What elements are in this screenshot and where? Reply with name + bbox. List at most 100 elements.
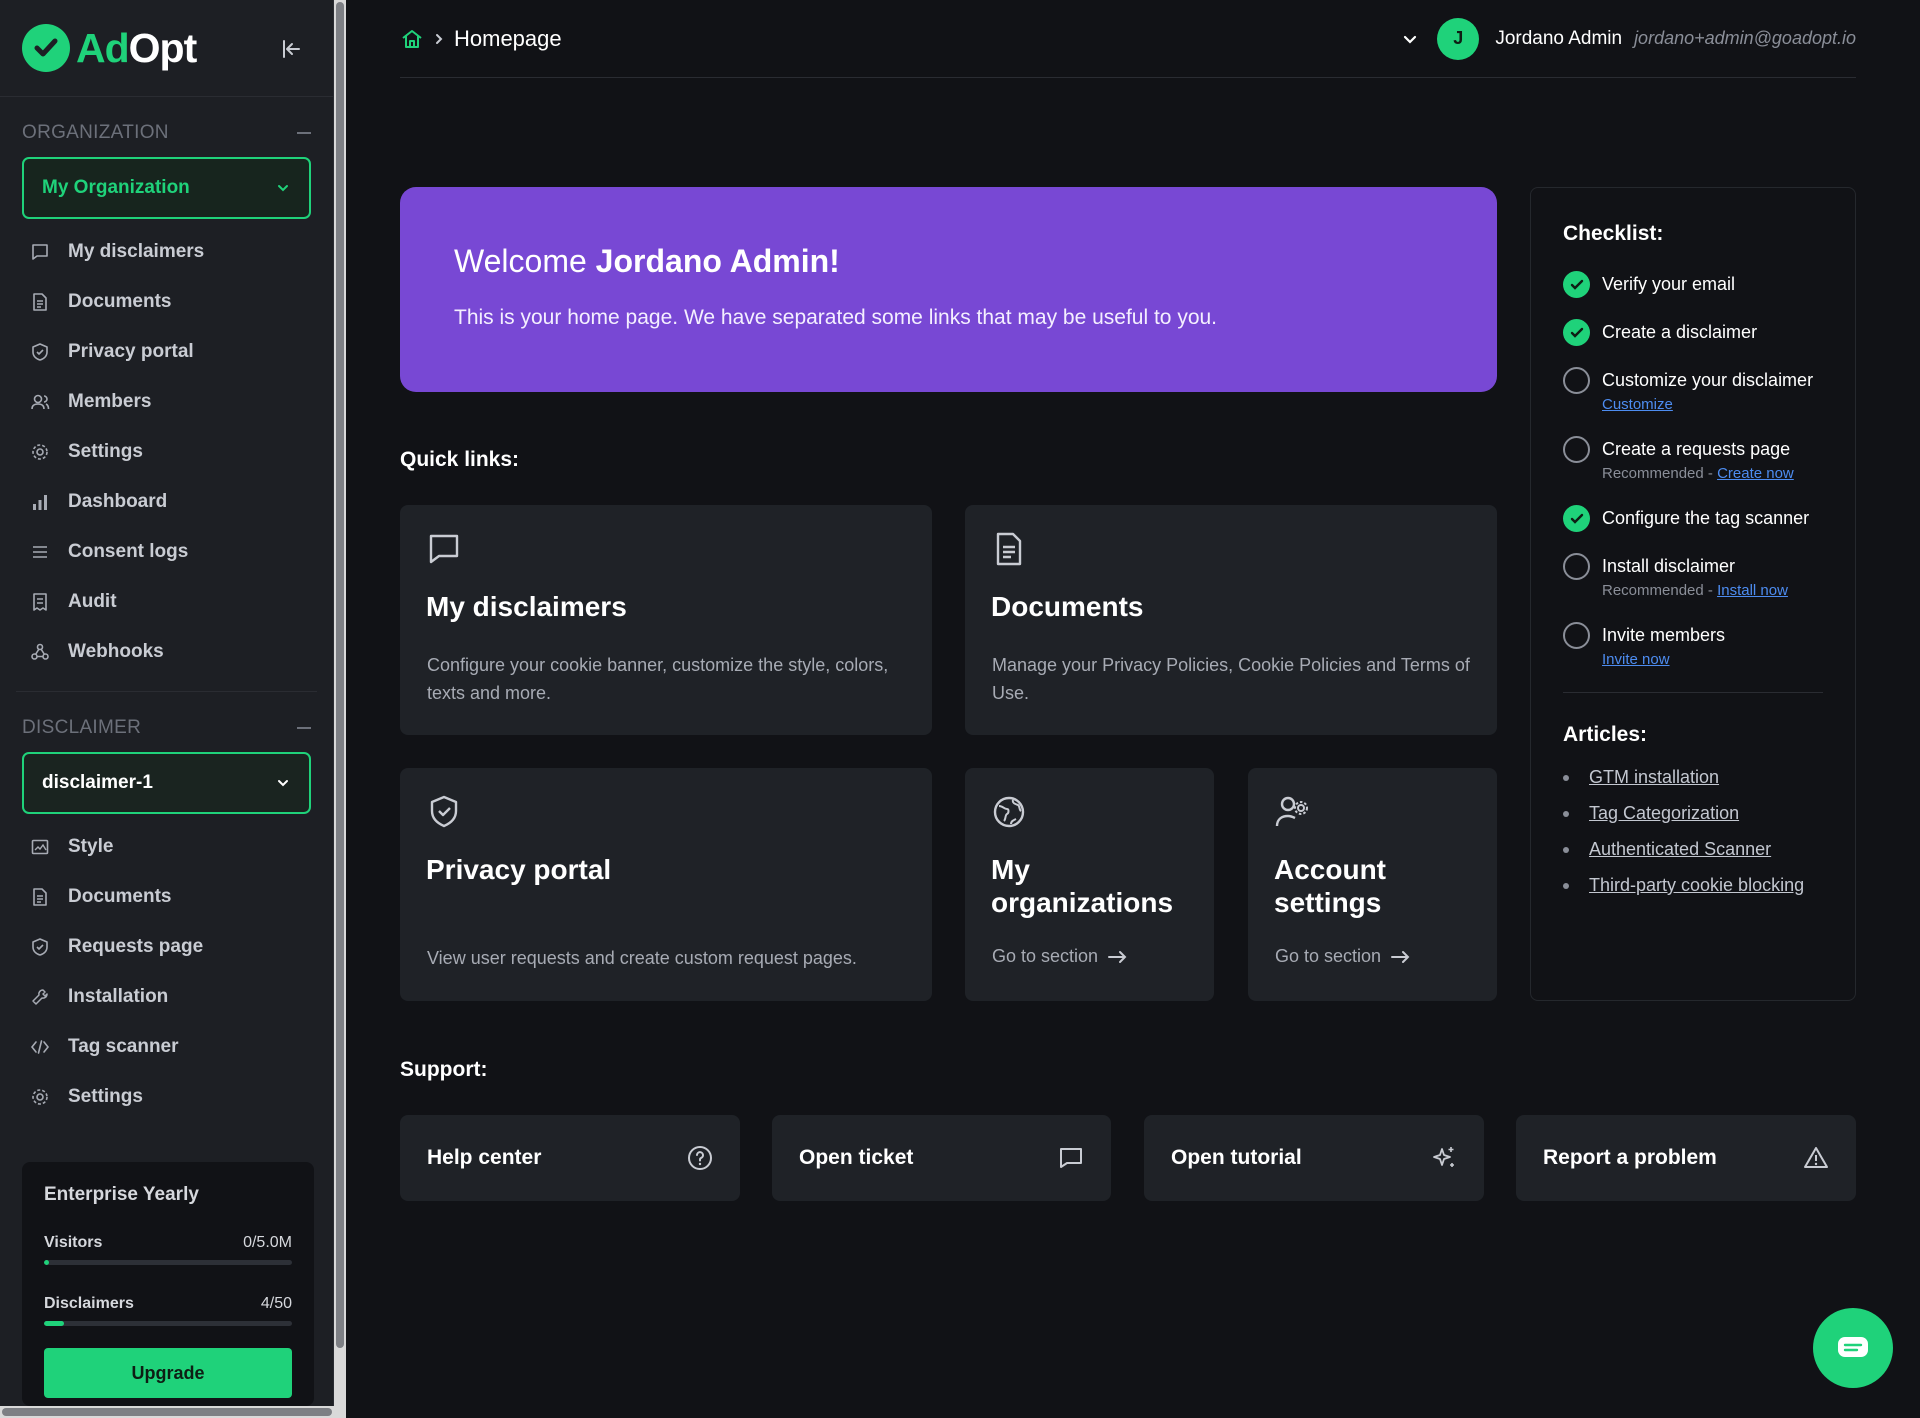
quick-link-my-disclaimers[interactable]: My disclaimers Configure your cookie ban…	[400, 505, 932, 735]
support-open-tutorial[interactable]: Open tutorial	[1144, 1115, 1484, 1201]
sidebar-item-disclaimer-settings[interactable]: Settings	[0, 1072, 333, 1122]
go-to-section-link[interactable]: Go to section	[992, 946, 1128, 967]
list-item: Third-party cookie blocking	[1563, 875, 1823, 896]
arrow-right-icon	[1391, 950, 1410, 963]
sidebar-horizontal-scrollbar-thumb[interactable]	[2, 1408, 332, 1416]
organization-section-header[interactable]: ORGANIZATION	[0, 115, 333, 151]
checklist-item-sub: Recommended - Create now	[1602, 464, 1794, 484]
sidebar-item-dashboard[interactable]: Dashboard	[0, 477, 333, 527]
visitors-meter-row: Visitors 0/5.0M	[44, 1234, 292, 1252]
visitors-label: Visitors	[44, 1234, 103, 1251]
support-label: Help center	[427, 1146, 542, 1169]
sidebar-item-disclaimer-documents[interactable]: Documents	[0, 872, 333, 922]
articles-list: GTM installation Tag Categorization Auth…	[1563, 767, 1823, 896]
checklist-item-invite-members[interactable]: Invite members Invite now	[1563, 622, 1823, 670]
support-help-center[interactable]: Help center	[400, 1115, 740, 1201]
upgrade-button[interactable]: Upgrade	[44, 1348, 292, 1398]
sidebar-item-label: Audit	[68, 591, 117, 612]
checklist-item-tag-scanner[interactable]: Configure the tag scanner	[1563, 505, 1823, 532]
invite-now-link[interactable]: Invite now	[1602, 651, 1670, 668]
checklist-item-create-disclaimer[interactable]: Create a disclaimer	[1563, 319, 1823, 346]
article-link-third-party-cookie-blocking[interactable]: Third-party cookie blocking	[1589, 875, 1804, 896]
quick-link-my-organizations[interactable]: My organizations Go to section	[965, 768, 1214, 1001]
customize-link[interactable]: Customize	[1602, 396, 1673, 413]
disclaimer-section-header[interactable]: DISCLAIMER	[0, 710, 333, 746]
sidebar-item-audit[interactable]: Audit	[0, 577, 333, 627]
card-description: View user requests and create custom req…	[427, 948, 857, 968]
sidebar-item-requests-page[interactable]: Requests page	[0, 922, 333, 972]
quick-link-privacy-portal[interactable]: Privacy portal View user requests and cr…	[400, 768, 932, 1001]
list-item: Authenticated Scanner	[1563, 839, 1823, 860]
card-description: Configure your cookie banner, customize …	[427, 655, 889, 703]
sidebar-item-consent-logs[interactable]: Consent logs	[0, 527, 333, 577]
checklist-panel: Checklist: Verify your email Create a di…	[1530, 187, 1856, 1001]
user-settings-icon	[1275, 796, 1308, 827]
support-open-ticket[interactable]: Open ticket	[772, 1115, 1111, 1201]
checklist-item-label: Verify your email	[1602, 274, 1736, 294]
empty-circle-icon	[1563, 436, 1590, 463]
top-header: Homepage J Jordano Admin jordano+admin@g…	[400, 0, 1856, 78]
checklist-item-label: Install disclaimer	[1602, 556, 1736, 576]
article-link-tag-categorization[interactable]: Tag Categorization	[1589, 803, 1739, 824]
card-title: Account settings	[1274, 854, 1386, 918]
avatar[interactable]: J	[1437, 17, 1480, 60]
wrench-icon	[32, 989, 48, 1005]
sidebar-item-label: Installation	[68, 986, 169, 1007]
sidebar-scrollbar-thumb[interactable]	[336, 2, 344, 1348]
collapse-minus-icon[interactable]	[297, 132, 311, 134]
chevron-down-icon	[278, 780, 288, 787]
install-now-link[interactable]: Install now	[1717, 582, 1788, 599]
user-menu[interactable]: J Jordano Admin jordano+admin@goadopt.io	[1401, 17, 1856, 60]
welcome-user-name: Jordano Admin!	[595, 243, 840, 279]
app: AdOpt ORGANIZATION My Organization My di…	[0, 0, 1920, 1418]
support-label: Open tutorial	[1171, 1146, 1302, 1169]
sidebar-item-privacy-portal[interactable]: Privacy portal	[0, 327, 333, 377]
sidebar-item-label: Settings	[68, 441, 143, 462]
sidebar-item-label: Documents	[68, 886, 172, 907]
sidebar-item-my-disclaimers[interactable]: My disclaimers	[0, 227, 333, 277]
quick-link-account-settings[interactable]: Account settings Go to section	[1248, 768, 1497, 1001]
sidebar-item-documents[interactable]: Documents	[0, 277, 333, 327]
checklist-item-install-disclaimer[interactable]: Install disclaimer Recommended - Install…	[1563, 553, 1823, 601]
sidebar-item-style[interactable]: Style	[0, 822, 333, 872]
sidebar-item-tag-scanner[interactable]: Tag scanner	[0, 1022, 333, 1072]
visitors-value: 0/5.0M	[243, 1234, 292, 1251]
welcome-text: This is your home page. We have separate…	[454, 306, 1218, 329]
chevron-right-icon	[432, 26, 446, 52]
user-email: jordano+admin@goadopt.io	[1634, 28, 1856, 48]
checklist-item-sub: Invite now	[1602, 650, 1725, 670]
logo-icon	[22, 24, 70, 72]
go-to-section-link[interactable]: Go to section	[1275, 946, 1411, 967]
document-icon	[33, 888, 47, 906]
help-circle-icon	[688, 1146, 712, 1170]
selected-organization: My Organization	[42, 177, 190, 198]
chat-widget-button[interactable]	[1813, 1308, 1893, 1388]
bar-chart-icon	[33, 495, 47, 510]
sidebar-item-label: Style	[68, 836, 114, 857]
checklist-item-customize-disclaimer[interactable]: Customize your disclaimer Customize	[1563, 367, 1823, 415]
collapse-sidebar-icon[interactable]	[279, 36, 305, 62]
organization-selector[interactable]: My Organization	[22, 157, 311, 219]
arrow-right-icon	[1108, 950, 1127, 963]
create-now-link[interactable]: Create now	[1717, 465, 1794, 482]
visitors-progress-bar	[44, 1260, 292, 1265]
sidebar-item-settings[interactable]: Settings	[0, 427, 333, 477]
home-icon[interactable]	[400, 27, 424, 51]
checklist-item-requests-page[interactable]: Create a requests page Recommended - Cre…	[1563, 436, 1823, 484]
sidebar-item-webhooks[interactable]: Webhooks	[0, 627, 333, 677]
article-link-gtm-installation[interactable]: GTM installation	[1589, 767, 1719, 788]
checklist-item-verify-email[interactable]: Verify your email	[1563, 271, 1823, 298]
list-icon	[33, 546, 47, 558]
sidebar-item-installation[interactable]: Installation	[0, 972, 333, 1022]
support-report-problem[interactable]: Report a problem	[1516, 1115, 1856, 1201]
sidebar-item-label: Consent logs	[68, 541, 189, 562]
disclaimers-value: 4/50	[260, 1295, 292, 1312]
sidebar: AdOpt ORGANIZATION My Organization My di…	[0, 0, 334, 1418]
collapse-minus-icon[interactable]	[297, 727, 311, 729]
quick-link-documents[interactable]: Documents Manage your Privacy Policies, …	[965, 505, 1497, 735]
disclaimer-selector[interactable]: disclaimer-1	[22, 752, 311, 814]
article-link-authenticated-scanner[interactable]: Authenticated Scanner	[1589, 839, 1771, 860]
checklist-title: Checklist:	[1563, 222, 1664, 245]
sidebar-item-members[interactable]: Members	[0, 377, 333, 427]
chevron-down-icon[interactable]	[1401, 30, 1419, 48]
